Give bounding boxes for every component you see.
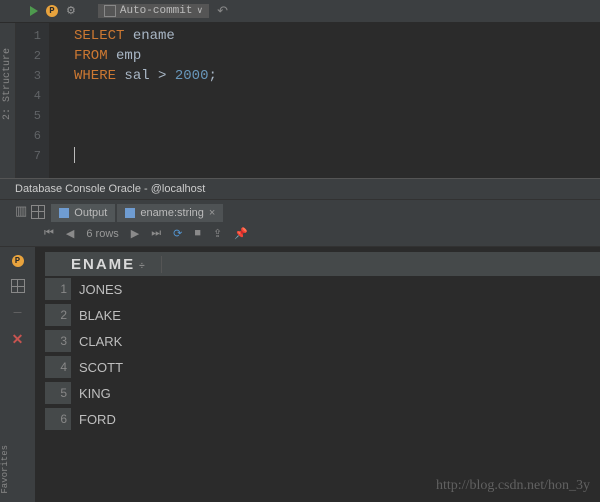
cell-value: KING — [71, 386, 111, 401]
prev-page-icon[interactable]: ◀ — [66, 227, 74, 241]
undo-icon[interactable]: ↶ — [217, 4, 228, 19]
refresh-icon[interactable]: ⟳ — [173, 227, 182, 241]
line-num: 1 — [16, 26, 41, 46]
close-icon[interactable]: × — [209, 207, 215, 219]
run-icon[interactable] — [30, 6, 38, 16]
separator: — — [14, 305, 22, 320]
close-icon[interactable]: ✕ — [12, 332, 24, 349]
kw-where: WHERE — [74, 68, 116, 84]
sort-icon[interactable]: ÷ — [139, 261, 147, 272]
pin-icon[interactable]: 📌 — [234, 227, 248, 241]
line-num: 7 — [16, 146, 41, 166]
kw-from: FROM — [74, 48, 108, 64]
auto-commit-label: Auto-commit — [120, 5, 193, 17]
table-row[interactable]: 6FORD — [45, 406, 600, 432]
kw-select: SELECT — [74, 28, 124, 44]
cell-value: SCOTT — [71, 360, 123, 375]
ident: sal — [124, 68, 149, 84]
first-page-icon[interactable]: ⏮ — [44, 228, 54, 240]
layout-icon[interactable]: ▥ — [15, 204, 27, 219]
cell-value: CLARK — [71, 334, 122, 349]
table-row[interactable]: 3CLARK — [45, 328, 600, 354]
grid-icon[interactable] — [31, 205, 45, 219]
console-title: Database Console Oracle - @localhost — [15, 183, 205, 195]
chevron-down-icon: ∨ — [197, 6, 204, 16]
results-pane: P — ✕ ENAME ÷ 1JONES 2BLAKE 3CLARK 4SCOTT… — [0, 247, 600, 502]
next-page-icon[interactable]: ▶ — [131, 227, 139, 241]
export-icon[interactable]: ⇪ — [213, 227, 222, 241]
result-toolbar: ⏮ ◀ 6 rows ▶ ⏭ ⟳ ■ ⇪ 📌 — [0, 222, 600, 247]
auto-commit-toggle[interactable]: Auto-commit ∨ — [98, 4, 209, 18]
num: 2000 — [175, 68, 209, 84]
table-icon — [59, 208, 69, 218]
line-num: 6 — [16, 126, 41, 146]
semi: ; — [208, 68, 216, 84]
table-row[interactable]: 1JONES — [45, 276, 600, 302]
row-num: 6 — [45, 408, 71, 430]
cell-value: JONES — [71, 282, 122, 297]
table-icon — [125, 208, 135, 218]
row-num: 2 — [45, 304, 71, 326]
watermark: http://blog.csdn.net/hon_3y — [436, 478, 590, 494]
table-row[interactable]: 5KING — [45, 380, 600, 406]
code-area[interactable]: SELECT ename FROM emp WHERE sal > 2000; — [49, 23, 217, 178]
cell-value: FORD — [71, 412, 116, 427]
tab-ename[interactable]: ename:string × — [117, 204, 223, 222]
favorites-label: Favorites — [0, 445, 10, 494]
tab-label: ename:string — [140, 207, 204, 219]
row-count: 6 rows — [86, 228, 118, 240]
line-num: 5 — [16, 106, 41, 126]
table-row[interactable]: 2BLAKE — [45, 302, 600, 328]
op: > — [158, 68, 166, 84]
pending-icon[interactable]: P — [46, 5, 58, 17]
row-num: 3 — [45, 330, 71, 352]
left-tool-window-bar: 2: Structure — [0, 23, 16, 178]
result-grid[interactable]: ENAME ÷ 1JONES 2BLAKE 3CLARK 4SCOTT 5KING… — [35, 247, 600, 502]
row-num: 4 — [45, 356, 71, 378]
cell-value: BLAKE — [71, 308, 121, 323]
text-cursor — [74, 147, 75, 163]
row-num: 5 — [45, 382, 71, 404]
pending-icon[interactable]: P — [12, 255, 24, 267]
console-title-bar: Database Console Oracle - @localhost — [0, 178, 600, 200]
row-num: 1 — [45, 278, 71, 300]
table-row[interactable]: 4SCOTT — [45, 354, 600, 380]
tab-label: Output — [74, 207, 107, 219]
sql-editor: 2: Structure 1 2 3 4 5 6 7 SELECT ename … — [0, 23, 600, 178]
settings-icon[interactable]: ⚙ — [66, 4, 76, 18]
header-row: ENAME ÷ — [45, 252, 600, 276]
favorites-tool[interactable]: Favorites — [0, 445, 15, 497]
tab-output[interactable]: Output — [51, 204, 115, 222]
grid-icon[interactable] — [11, 279, 25, 293]
ident: emp — [116, 48, 141, 64]
main-toolbar: P ⚙ Auto-commit ∨ ↶ — [0, 0, 600, 23]
stop-icon[interactable]: ■ — [194, 228, 201, 240]
line-gutter: 1 2 3 4 5 6 7 — [16, 23, 49, 178]
line-num: 4 — [16, 86, 41, 106]
column-header[interactable]: ENAME — [71, 256, 135, 273]
last-page-icon[interactable]: ⏭ — [151, 228, 161, 240]
ident: ename — [133, 28, 175, 44]
structure-tool-label[interactable]: 2: Structure — [2, 48, 13, 120]
line-num: 3 — [16, 66, 41, 86]
line-num: 2 — [16, 46, 41, 66]
result-tabs: ▥ Output ename:string × — [0, 200, 600, 222]
